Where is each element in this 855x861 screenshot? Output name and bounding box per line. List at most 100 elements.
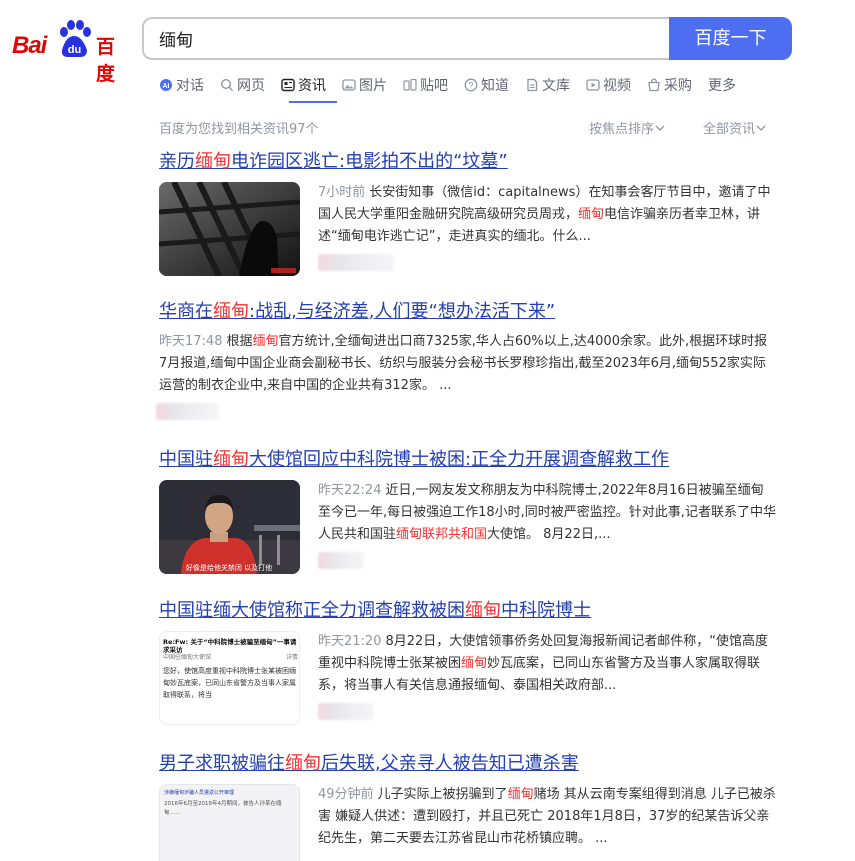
title-text: 亲历 (159, 151, 195, 172)
result-thumbnail[interactable]: Re:Fw: 关于“中科院博士被骗至缅甸”一事请求采访 中国驻缅甸大使馆 详情 您… (159, 631, 300, 725)
tab-wenku[interactable]: 文库 (525, 74, 570, 96)
tab-label: 资讯 (298, 78, 326, 94)
result-source-blurred[interactable] (318, 552, 364, 569)
chevron-down-icon (755, 122, 767, 137)
title-text: 华商在 (159, 301, 213, 322)
tab-label: 知道 (481, 78, 509, 94)
search-tabs: AI 对话 网页 资讯 图片 贴吧 ? 知道 文库 视频 采购 更多 (159, 74, 752, 104)
image-icon (342, 78, 356, 92)
title-text: 电诈园区逃亡:电影拍不出的“坟墓” (231, 151, 508, 172)
result-time: 昨天17:48 (159, 334, 223, 349)
svg-text:AI: AI (163, 83, 170, 90)
tab-label: 更多 (708, 78, 736, 94)
thumb-email-from: 中国驻缅甸大使馆 (163, 654, 212, 661)
active-tab-underline (289, 101, 337, 103)
baidu-logo[interactable]: Bai du 百度 (12, 20, 127, 85)
tab-more[interactable]: 更多 (708, 74, 736, 96)
question-icon: ? (464, 78, 478, 92)
result-thumbnail[interactable]: 好像是给他关禁闭 以及打他 (159, 480, 300, 574)
result-time: 昨天22:24 (318, 483, 382, 498)
search-icon (220, 78, 234, 92)
result-source-blurred[interactable] (318, 703, 374, 720)
filter-label: 全部资讯 (703, 122, 756, 137)
tab-news[interactable]: 资讯 (281, 74, 326, 96)
title-highlight: 缅甸 (285, 753, 321, 774)
thumbnail-image: Re:Fw: 关于“中科院博士被骗至缅甸”一事请求采访 中国驻缅甸大使馆 详情 您… (160, 632, 299, 724)
result-item: 中国驻缅大使馆称正全力调查解救被困缅甸中科院博士 Re:Fw: 关于“中科院博士… (159, 599, 779, 725)
title-text: 男子求职被骗往 (159, 753, 285, 774)
thumb-email-subject: Re:Fw: 关于“中科院博士被骗至缅甸”一事请求采访 (163, 638, 297, 654)
title-highlight: 缅甸 (465, 600, 501, 621)
snippet-text: 儿子实际上被拐骗到了 (377, 787, 508, 802)
result-thumbnail[interactable] (159, 182, 300, 276)
tab-images[interactable]: 图片 (342, 74, 387, 96)
result-time: 7小时前 (318, 185, 366, 200)
tab-chat[interactable]: AI 对话 (159, 74, 204, 96)
thumb-doc-body: 2016年6月至2018年4月期间，被告人孙某在缅甸…… (164, 801, 282, 816)
tab-label: 采购 (664, 78, 692, 94)
tab-label: 文库 (542, 78, 570, 94)
ai-chat-icon: AI (159, 78, 173, 92)
result-item: 男子求职被骗往缅甸后失联,父亲寻人被告知已遭杀害 涉嫌缅甸诈骗人员遣返公开审理 … (159, 752, 779, 861)
tab-tieba[interactable]: 贴吧 (403, 74, 448, 96)
tab-zhidao[interactable]: ? 知道 (464, 74, 509, 96)
result-item: 中国驻缅甸大使馆回应中科院博士被困:正全力开展调查解救工作 好像是给他关禁闭 以… (159, 448, 779, 574)
result-title-link[interactable]: 中国驻缅大使馆称正全力调查解救被困缅甸中科院博士 (159, 599, 779, 623)
title-text: 中科院博士 (501, 600, 591, 621)
thumbnail-caption: 好像是给他关禁闭 以及打他 (186, 563, 272, 572)
tab-label: 网页 (237, 78, 265, 94)
svg-text:?: ? (468, 80, 473, 90)
tab-web[interactable]: 网页 (220, 74, 265, 96)
title-highlight: 缅甸 (213, 301, 249, 322)
result-snippet: 昨天21:20 8月22日，大使馆领事侨务处回复海报新闻记者邮件称，“使馆高度重视… (318, 631, 776, 697)
result-snippet: 7小时前 长安街知事（微信id：capitalnews）在知事会客厅节目中，邀请了… (318, 182, 779, 248)
result-thumbnail[interactable]: 涉嫌缅甸诈骗人员遣返公开审理 2016年6月至2018年4月期间，被告人孙某在缅… (159, 784, 300, 861)
search-box[interactable] (142, 17, 670, 60)
result-snippet: 49分钟前 儿子实际上被拐骗到了缅甸赌场 其从云南专案组得到消息 儿子已被杀害 嫌… (318, 784, 776, 850)
result-source-blurred[interactable] (156, 403, 218, 420)
snippet-highlight: 缅甸 (252, 334, 279, 349)
tab-label: 对话 (176, 78, 204, 94)
result-item: 华商在缅甸:战乱,与经济差,人们要“想办法活下来” 昨天17:48 根据缅甸官方统… (156, 300, 779, 420)
tab-video[interactable]: 视频 (586, 74, 631, 96)
thumb-email-body: 您好，使馆高度重视中科院博士张某被困缅甸妙瓦底案，已同山东省警方及当事人家属取得… (163, 667, 296, 699)
title-text: 大使馆回应中科院博士被困:正全力开展调查解救工作 (249, 449, 670, 470)
snippet-highlight: 缅甸 (578, 207, 605, 222)
tieba-icon (403, 78, 417, 92)
sort-label: 按焦点排序 (589, 122, 655, 137)
result-snippet: 昨天17:48 根据缅甸官方统计,全缅甸进出口商7325家,华人占60%以上,达4… (159, 331, 774, 397)
logo-cn-text: 百度 (96, 36, 115, 85)
result-count: 百度为您找到相关资讯97个 (159, 122, 319, 137)
tab-caigou[interactable]: 采购 (647, 74, 692, 96)
title-text: :战乱,与经济差,人们要“想办法活下来” (249, 301, 556, 322)
search-button[interactable]: 百度一下 (669, 17, 792, 60)
document-icon (525, 78, 539, 92)
thumbnail-image: 涉嫌缅甸诈骗人员遣返公开审理 2016年6月至2018年4月期间，被告人孙某在缅… (160, 785, 299, 861)
snippet-highlight: 缅甸 (461, 656, 488, 671)
result-title-link[interactable]: 华商在缅甸:战乱,与经济差,人们要“想办法活下来” (159, 300, 779, 324)
thumb-doc-head: 涉嫌缅甸诈骗人员遣返公开审理 (164, 790, 235, 796)
thumb-email-tag: 详情 (285, 654, 298, 661)
result-snippet: 昨天22:24 近日,一网友发文称朋友为中科院博士,2022年8月16日被骗至缅甸… (318, 480, 776, 546)
thumbnail-image: 好像是给他关禁闭 以及打他 (159, 480, 300, 574)
tab-label: 图片 (359, 78, 387, 94)
sort-dropdown[interactable]: 按焦点排序 (589, 118, 666, 137)
snippet-highlight: 缅甸联邦共和国 (396, 527, 488, 542)
result-title-link[interactable]: 中国驻缅甸大使馆回应中科院博士被困:正全力开展调查解救工作 (159, 448, 779, 472)
filter-dropdown[interactable]: 全部资讯 (703, 118, 767, 137)
news-icon (281, 78, 295, 92)
title-text: 中国驻 (159, 449, 213, 470)
title-highlight: 缅甸 (213, 449, 249, 470)
result-time: 49分钟前 (318, 787, 374, 802)
logo-du-text: du (68, 44, 81, 56)
tab-label: 视频 (603, 78, 631, 94)
result-title-link[interactable]: 亲历缅甸电诈园区逃亡:电影拍不出的“坟墓” (159, 150, 779, 174)
result-source-blurred[interactable] (318, 254, 394, 271)
title-highlight: 缅甸 (195, 151, 231, 172)
snippet-highlight: 缅甸 (507, 787, 534, 802)
result-title-link[interactable]: 男子求职被骗往缅甸后失联,父亲寻人被告知已遭杀害 (159, 752, 779, 776)
paw-icon: du (60, 20, 91, 57)
title-text: 后失联,父亲寻人被告知已遭杀害 (321, 753, 579, 774)
search-input[interactable] (144, 19, 670, 58)
video-icon (586, 78, 600, 92)
